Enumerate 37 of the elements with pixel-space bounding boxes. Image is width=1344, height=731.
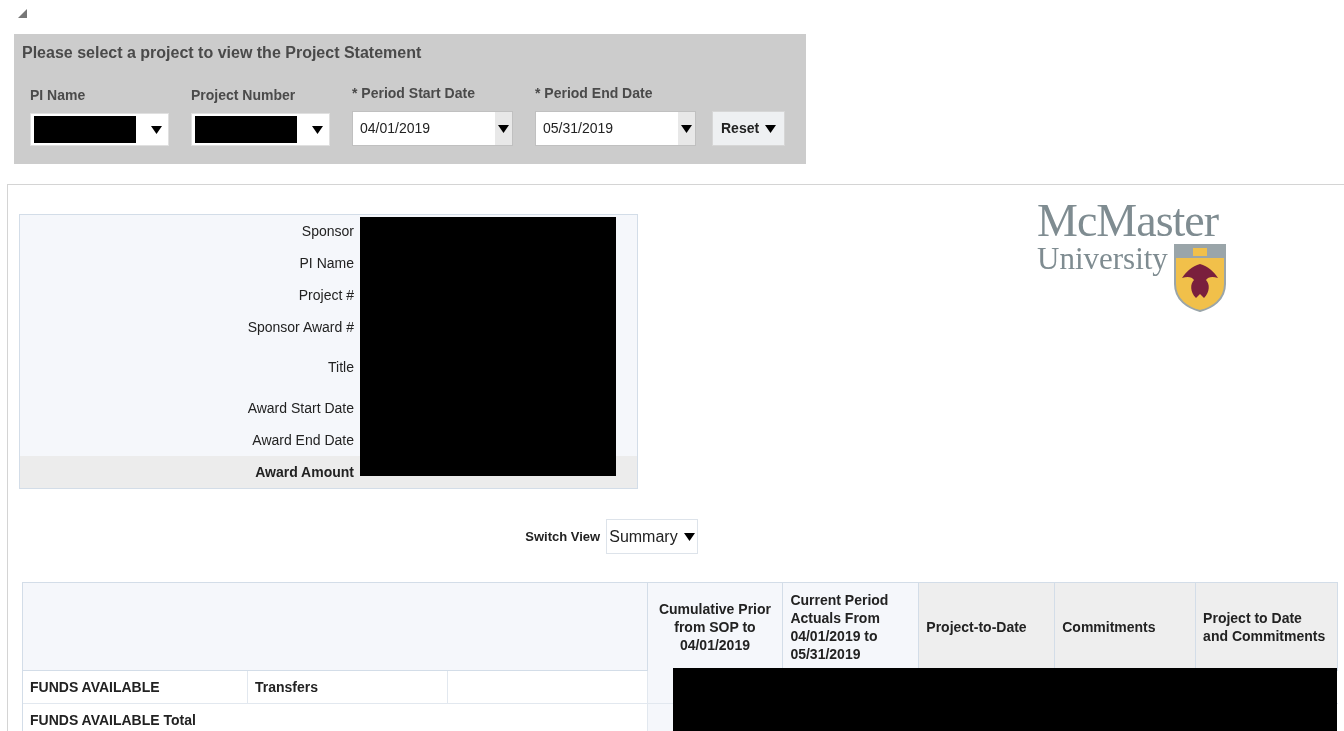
table-cell [648,671,675,703]
university-logo: McMaster University [1037,198,1226,489]
column-header: Commitments [1055,583,1197,671]
info-label: Sponsor [301,221,354,241]
date-field[interactable]: 05/31/2019 [535,111,696,146]
info-label: Award End Date [252,430,354,450]
caret-icon [498,124,509,133]
field-label: * Period End Date [535,84,654,103]
dropdown-field[interactable] [30,113,169,146]
view-dropdown[interactable]: Summary [606,519,698,554]
dropdown-field[interactable] [191,113,330,146]
info-label: Award Start Date [247,398,354,418]
info-label: PI Name [299,253,354,273]
field-label: Project Number [191,86,297,105]
table-cell: FUNDS AVAILABLE [23,671,248,703]
info-label: Project # [298,285,354,305]
info-label: Sponsor Award # [247,317,354,337]
switch-view-label: Switch View [525,527,601,546]
field-label: * Period Start Date [352,84,476,103]
collapse-icon[interactable] [18,9,27,18]
column-header: Cumulative Prior from SOP to 04/01/2019 [647,583,784,671]
caret-icon [683,532,695,541]
caret-icon [681,124,692,133]
caret-icon [151,125,162,134]
info-label: Title [328,358,354,377]
date-field[interactable]: 04/01/2019 [352,111,513,146]
column-header: Project-to-Date [919,583,1056,671]
reset-button[interactable]: Reset [712,111,786,146]
info-label: Award Amount [255,462,354,482]
panel-title: Please select a project to view the Project Statement [22,43,423,63]
column-header: Project to Date and Commitments [1196,583,1338,671]
field-label: PI Name [30,86,87,105]
column-header: Current Period Actuals From 04/01/2019 to 05/31/2019 [783,583,920,671]
caret-icon [312,125,323,134]
crest-icon [1173,244,1226,312]
caret-icon [765,124,777,133]
table-cell: Transfers [248,671,448,703]
